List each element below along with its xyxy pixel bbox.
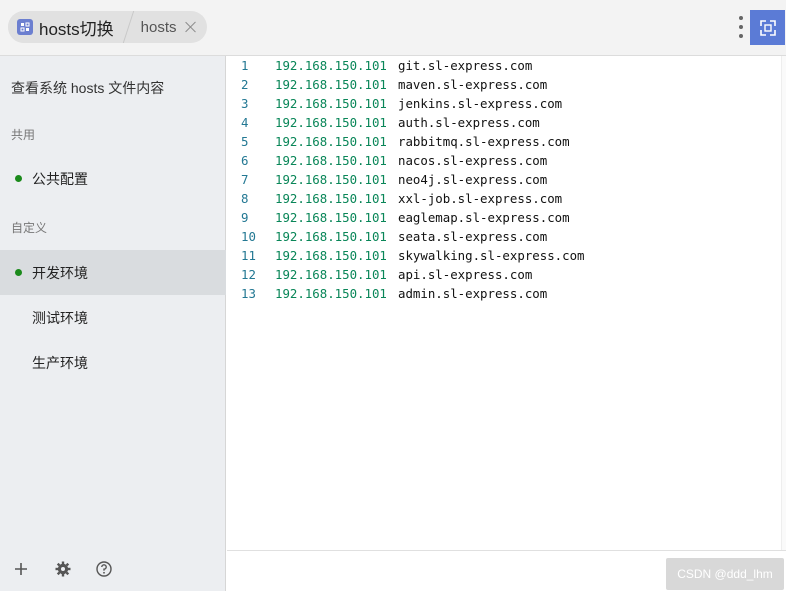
- line-number: 2: [241, 77, 249, 92]
- app-tab[interactable]: hosts切换: [8, 11, 128, 43]
- editor-line: 12 192.168.150.101 api.sl-express.com: [227, 265, 782, 284]
- tab-hosts[interactable]: hosts: [129, 11, 207, 43]
- enabled-status-dot: [15, 175, 22, 182]
- watermark: CSDN @ddd_lhm: [666, 558, 784, 590]
- line-number: 9: [241, 210, 249, 225]
- line-number: 1: [241, 58, 249, 73]
- ip-address: 192.168.150.101: [275, 286, 387, 301]
- add-icon[interactable]: [11, 559, 31, 579]
- close-icon[interactable]: [185, 21, 197, 33]
- switch-view-button[interactable]: [750, 10, 785, 45]
- line-number: 3: [241, 96, 249, 111]
- line-number: 13: [241, 286, 256, 301]
- line-number: 8: [241, 191, 249, 206]
- settings-icon[interactable]: [53, 559, 73, 579]
- ip-address: 192.168.150.101: [275, 77, 387, 92]
- sidebar-item-label: 开发环境: [32, 264, 88, 281]
- hostname: xxl-job.sl-express.com: [398, 191, 563, 206]
- more-vertical-icon[interactable]: [737, 14, 745, 40]
- ip-address: 192.168.150.101: [275, 153, 387, 168]
- enabled-status-dot: [15, 269, 22, 276]
- ip-address: 192.168.150.101: [275, 96, 387, 111]
- hosts-editor[interactable]: 1 192.168.150.101 git.sl-express.com 2 192.…: [227, 56, 782, 550]
- ip-address: 192.168.150.101: [275, 248, 387, 263]
- editor-line: 1 192.168.150.101 git.sl-express.com: [227, 56, 782, 75]
- hostname: nacos.sl-express.com: [398, 153, 548, 168]
- editor-scrollbar[interactable]: [781, 56, 786, 550]
- line-number: 10: [241, 229, 256, 244]
- editor-line: 10 192.168.150.101 seata.sl-express.com: [227, 227, 782, 246]
- hostname: api.sl-express.com: [398, 267, 533, 282]
- ip-address: 192.168.150.101: [275, 191, 387, 206]
- sidebar-item-label: 测试环境: [32, 309, 88, 326]
- editor-line: 5 192.168.150.101 rabbitmq.sl-express.com: [227, 132, 782, 151]
- editor-line: 7 192.168.150.101 neo4j.sl-express.com: [227, 170, 782, 189]
- line-number: 7: [241, 172, 249, 187]
- editor-line: 3 192.168.150.101 jenkins.sl-express.com: [227, 94, 782, 113]
- editor-line: 8 192.168.150.101 xxl-job.sl-express.com: [227, 189, 782, 208]
- hostname: seata.sl-express.com: [398, 229, 548, 244]
- editor-line: 9 192.168.150.101 eaglemap.sl-express.com: [227, 208, 782, 227]
- sidebar-item-label: 生产环境: [32, 354, 88, 371]
- ip-address: 192.168.150.101: [275, 229, 387, 244]
- view-system-hosts-link[interactable]: 查看系统 hosts 文件内容: [11, 78, 164, 98]
- hostname: jenkins.sl-express.com: [398, 96, 563, 111]
- hostname: skywalking.sl-express.com: [398, 248, 585, 263]
- hostname: neo4j.sl-express.com: [398, 172, 548, 187]
- group-label-custom: 自定义: [11, 221, 48, 235]
- line-number: 11: [241, 248, 256, 263]
- ip-address: 192.168.150.101: [275, 115, 387, 130]
- ip-address: 192.168.150.101: [275, 134, 387, 149]
- hostname: admin.sl-express.com: [398, 286, 548, 301]
- hostname: rabbitmq.sl-express.com: [398, 134, 570, 149]
- app-logo-icon: [17, 19, 33, 35]
- switch-view-icon: [759, 19, 776, 36]
- tab-group: hosts切换 hosts: [8, 11, 207, 43]
- editor-line: 2 192.168.150.101 maven.sl-express.com: [227, 75, 782, 94]
- ip-address: 192.168.150.101: [275, 58, 387, 73]
- hostname: auth.sl-express.com: [398, 115, 540, 130]
- hostname: git.sl-express.com: [398, 58, 533, 73]
- sidebar-item-test-env[interactable]: 测试环境: [0, 295, 226, 340]
- editor-line: 6 192.168.150.101 nacos.sl-express.com: [227, 151, 782, 170]
- sidebar-item-label: 公共配置: [32, 170, 88, 187]
- sidebar-item-dev-env[interactable]: 开发环境: [0, 250, 226, 295]
- line-number: 12: [241, 267, 256, 282]
- line-number: 5: [241, 134, 249, 149]
- ip-address: 192.168.150.101: [275, 267, 387, 282]
- sidebar-item-public-config[interactable]: 公共配置: [0, 156, 226, 201]
- ip-address: 192.168.150.101: [275, 210, 387, 225]
- hostname: maven.sl-express.com: [398, 77, 548, 92]
- editor-line: 4 192.168.150.101 auth.sl-express.com: [227, 113, 782, 132]
- line-number: 4: [241, 115, 249, 130]
- editor-line: 11 192.168.150.101 skywalking.sl-express.c…: [227, 246, 782, 265]
- title-bar: hosts切换 hosts: [0, 0, 786, 56]
- hostname: eaglemap.sl-express.com: [398, 210, 570, 225]
- sidebar: 查看系统 hosts 文件内容 共用 公共配置 自定义 开发环境 测试环境 生产…: [0, 56, 226, 591]
- ip-address: 192.168.150.101: [275, 172, 387, 187]
- tab-hosts-label: hosts: [140, 18, 177, 36]
- help-icon[interactable]: [94, 559, 114, 579]
- sidebar-item-prod-env[interactable]: 生产环境: [0, 340, 226, 385]
- group-label-shared: 共用: [11, 128, 36, 142]
- line-number: 6: [241, 153, 249, 168]
- app-title: hosts切换: [39, 19, 114, 39]
- editor-line: 13 192.168.150.101 admin.sl-express.com: [227, 284, 782, 303]
